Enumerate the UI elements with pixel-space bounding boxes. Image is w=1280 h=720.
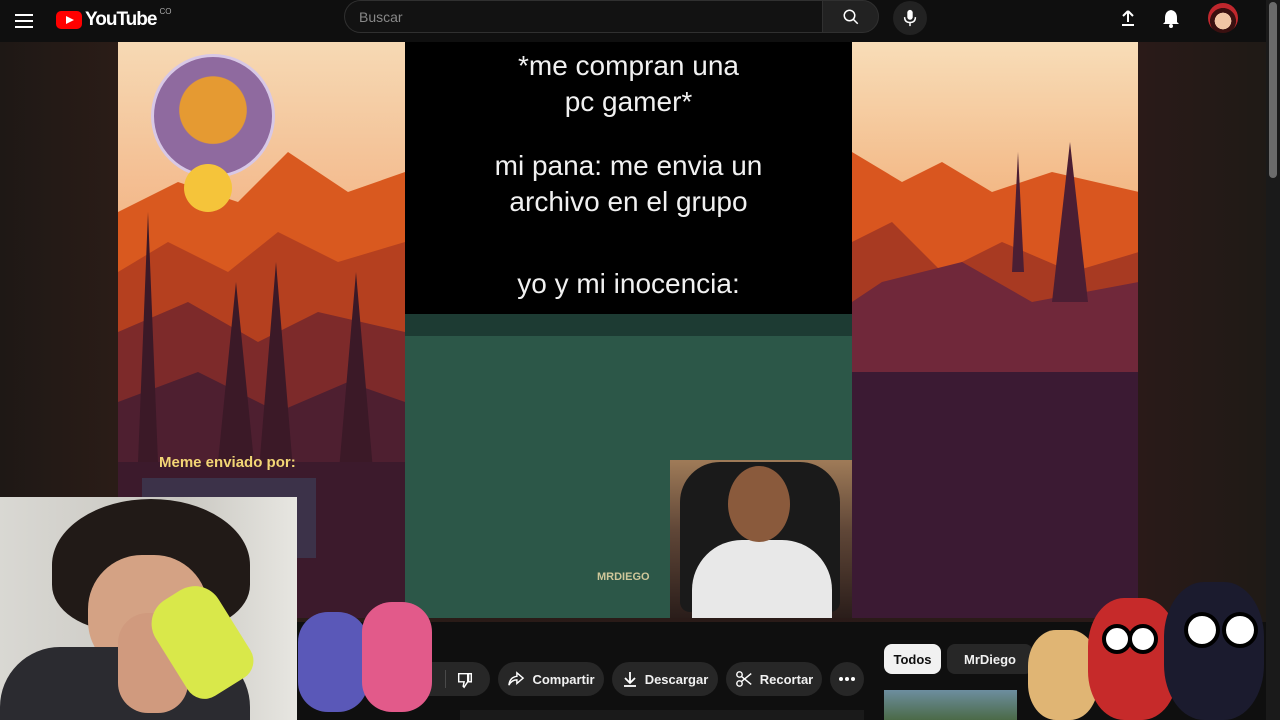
- upload-icon: [1122, 10, 1134, 26]
- search-input[interactable]: [344, 0, 822, 33]
- channel-badge-image: [151, 54, 275, 178]
- character-eye: [1222, 612, 1258, 648]
- reaction-video: [670, 460, 852, 618]
- reaction-face: [728, 466, 790, 542]
- meme-credit-label: Meme enviado por:: [159, 454, 296, 471]
- character-robot: [298, 612, 368, 712]
- webcam-overlay: [0, 497, 297, 720]
- reaction-shirt: [692, 540, 832, 618]
- chip-mrdiego[interactable]: MrDiego: [947, 644, 1033, 674]
- share-label: Compartir: [532, 671, 595, 687]
- share-icon: [508, 671, 525, 686]
- caption-line-2: mi pana: me envia un archivo en el grupo: [494, 150, 763, 217]
- chip-todos[interactable]: Todos: [884, 644, 941, 674]
- bell-icon: [1163, 10, 1179, 28]
- search-button[interactable]: [822, 0, 879, 33]
- download-button[interactable]: Descargar: [612, 662, 718, 696]
- account-avatar[interactable]: [1208, 3, 1238, 33]
- top-bar: YouTube CO: [0, 0, 1280, 42]
- bottom-strip: [460, 710, 864, 720]
- clip-label: Recortar: [759, 671, 814, 687]
- thumb-down-icon[interactable]: [455, 670, 475, 690]
- recommended-video-thumbnail[interactable]: [884, 690, 1017, 720]
- character-dark: [1164, 582, 1264, 720]
- scissors-icon: [735, 671, 752, 687]
- logo-country-code: CO: [159, 6, 172, 16]
- green-screen-window: MRDIEGO: [405, 314, 852, 618]
- page-scrollbar[interactable]: [1266, 0, 1280, 720]
- character-eye: [1184, 612, 1220, 648]
- hamburger-menu-icon[interactable]: [12, 9, 36, 33]
- like-divider: [445, 670, 446, 688]
- meme-clip: *me compran una pc gamer* mi pana: me en…: [405, 42, 852, 618]
- thinking-emoji: [184, 164, 232, 212]
- search-bar: [344, 0, 879, 35]
- caption-line-3: yo y mi inocencia:: [517, 268, 740, 299]
- voice-search-button[interactable]: [893, 1, 927, 35]
- window-title-bar: [405, 314, 852, 336]
- download-label: Descargar: [644, 671, 709, 687]
- character-miner: [362, 602, 432, 712]
- clip-button[interactable]: Recortar: [726, 662, 822, 696]
- mic-icon: [903, 9, 917, 27]
- sunset-mountain-art-right: [852, 42, 1138, 618]
- share-button[interactable]: Compartir: [498, 662, 604, 696]
- search-icon: [843, 9, 858, 24]
- character-eye: [1128, 624, 1158, 654]
- cartoon-characters-right: [1024, 574, 1266, 720]
- mrdiego-watermark: MRDIEGO: [597, 571, 650, 583]
- cartoon-characters-left: [298, 602, 433, 720]
- caption-line-1: *me compran una pc gamer*: [517, 50, 739, 117]
- download-icon: [623, 672, 636, 687]
- more-actions-button[interactable]: [830, 662, 864, 696]
- logo-text: YouTube: [85, 9, 157, 30]
- youtube-play-icon: [56, 11, 82, 29]
- upload-button[interactable]: [1116, 6, 1140, 30]
- youtube-logo[interactable]: YouTube CO: [56, 6, 172, 31]
- notifications-button[interactable]: [1159, 6, 1183, 30]
- scrollbar-thumb[interactable]: [1269, 2, 1277, 178]
- more-icon: [839, 677, 855, 681]
